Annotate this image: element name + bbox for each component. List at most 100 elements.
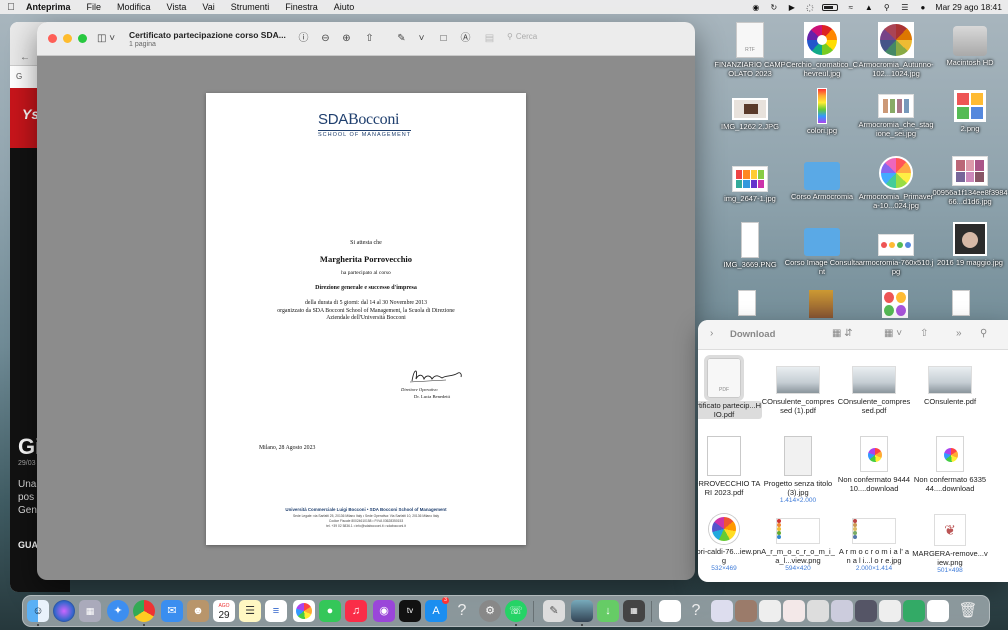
minimized-window-icon[interactable] — [759, 600, 781, 622]
menu-modifica[interactable]: Modifica — [109, 2, 159, 12]
minimized-window-icon[interactable] — [735, 600, 757, 622]
file-item[interactable]: colori-caldi-76...iew.png 532×469 — [698, 514, 762, 573]
trash-icon[interactable]: 🗑 — [957, 600, 979, 622]
safari-icon[interactable]: ✦ — [107, 600, 129, 622]
file-item[interactable]: PORROVECCHIO TARI 2023.pdf — [698, 436, 762, 497]
whatsapp-icon[interactable]: ☏ — [505, 600, 527, 622]
minimized-window-icon[interactable] — [903, 600, 925, 622]
file-item[interactable]: COnsulente_compressed (1).pdf — [760, 358, 836, 415]
contacts-icon[interactable]: ☻ — [187, 600, 209, 622]
desktop-icon[interactable]: Armocromia_che_stagione_sei.jpg — [858, 94, 934, 138]
music-icon[interactable]: ♫ — [345, 600, 367, 622]
minimized-window-icon[interactable] — [783, 600, 805, 622]
desktop-icon[interactable]: RTF FINANZIARIO CAMPOLATO 2023 — [712, 22, 788, 78]
downloads-stack-icon[interactable]: ↓ — [597, 600, 619, 622]
desktop-icon[interactable]: IMG_3669.PNG — [712, 222, 788, 269]
control-center-icon[interactable]: ☰ — [899, 3, 910, 12]
more-icon[interactable]: » — [956, 328, 962, 339]
rotate-icon[interactable]: □ — [437, 32, 450, 45]
minimize-button[interactable] — [63, 34, 72, 43]
play-icon[interactable]: ▶ — [786, 3, 797, 12]
desktop-icon[interactable]: Armocromia_Primavera-10...024.jpg — [858, 156, 934, 210]
desktop-icon[interactable]: armocromia-760x510.jpg — [858, 228, 934, 276]
sidebar-toggle-icon[interactable]: ◫ ˅ — [97, 33, 115, 44]
menu-aiuto[interactable]: Aiuto — [326, 2, 363, 12]
messages-icon[interactable]: ● — [319, 600, 341, 622]
siri-icon[interactable]: ● — [917, 3, 928, 12]
settings-gear-icon[interactable]: ⚙ — [479, 600, 501, 622]
zoom-out-icon[interactable]: ⊖ — [319, 32, 332, 45]
chevron-right-icon[interactable]: › — [710, 328, 713, 339]
desktop-icon-partial[interactable] — [880, 290, 910, 318]
apple-menu-icon[interactable]:  — [0, 2, 22, 13]
file-item[interactable]: A_r_m_o_c_r_o_m_i_a_l...view.png 594×420 — [760, 514, 836, 573]
desktop-icon[interactable]: Corso Image Consultant — [784, 224, 860, 276]
zoom-in-icon[interactable]: ⊕ — [340, 32, 353, 45]
pdf-page[interactable]: SDABocconi SCHOOL OF MANAGEMENT Si attes… — [206, 93, 526, 545]
menu-app-name[interactable]: Anteprima — [22, 2, 79, 12]
minimized-window-icon[interactable] — [711, 600, 733, 622]
menubar-clock[interactable]: Mar 29 ago 18:41 — [935, 2, 1002, 12]
desktop-icon[interactable]: colori.jpg — [784, 88, 860, 135]
sync-icon[interactable]: ↻ — [768, 3, 779, 12]
battery-icon[interactable] — [822, 3, 839, 11]
notes-icon[interactable]: ☰ — [239, 600, 261, 622]
file-item[interactable]: ❦ MARGERA-remove...view.png 501×498 — [912, 514, 988, 575]
preview-app-icon[interactable] — [571, 600, 593, 622]
search-icon[interactable]: ⚲ — [980, 328, 987, 339]
calculator-icon[interactable]: ▦ — [623, 600, 645, 622]
preview-window[interactable]: ◫ ˅ Certificato partecipazione corso SDA… — [37, 22, 695, 580]
minimized-window-icon[interactable] — [831, 600, 853, 622]
share-icon[interactable]: ⇧ — [920, 328, 928, 339]
desktop-icon[interactable]: 2.png — [932, 90, 1008, 133]
close-button[interactable] — [48, 34, 57, 43]
desktop-icon[interactable]: Cerchio_cromatico_Chevreul.jpg — [784, 22, 860, 78]
file-item[interactable]: PDF Certificato partecip...HIO.pdf — [698, 355, 762, 419]
desktop-icon-partial[interactable] — [946, 290, 976, 316]
document-icon[interactable]: ✎ — [543, 600, 565, 622]
podcasts-icon[interactable]: ◉ — [373, 600, 395, 622]
desktop-icon-partial[interactable] — [806, 290, 836, 318]
file-item[interactable]: Progetto senza titolo (3).jpg 1.414×2.00… — [760, 436, 836, 505]
menu-file[interactable]: File — [79, 2, 110, 12]
menu-vista[interactable]: Vista — [159, 2, 195, 12]
desktop-icon-partial[interactable] — [732, 290, 762, 316]
finder-window[interactable]: › Download ▦ ⇵ ▦ ˅ ⇧ » ⚲ PDF Certificato… — [698, 320, 1008, 582]
minimized-window-icon[interactable] — [879, 600, 901, 622]
search-field[interactable]: ⚲ Cerca — [507, 32, 537, 41]
upload-icon[interactable]: ▲ — [863, 3, 874, 12]
menu-finestra[interactable]: Finestra — [277, 2, 326, 12]
desktop-icon[interactable]: Armocromia_Autunno-102...1024.jpg — [858, 22, 934, 78]
info-icon[interactable]: ⓘ — [297, 32, 310, 45]
desktop-icon[interactable]: 2016 19 maggio.jpg — [932, 222, 1008, 267]
wifi-icon[interactable]: ≈ — [845, 3, 856, 12]
minimized-window-icon[interactable] — [807, 600, 829, 622]
tv-icon[interactable]: tv — [399, 600, 421, 622]
desktop-icon[interactable]: Macintosh HD — [932, 22, 1008, 67]
creative-cloud-icon[interactable]: ◉ — [750, 3, 761, 12]
siri-icon[interactable] — [53, 600, 75, 622]
file-item[interactable]: COnsulente_compressed.pdf — [836, 358, 912, 415]
reminders-icon[interactable]: ≡ — [265, 600, 287, 622]
file-item[interactable]: COnsulente.pdf — [912, 358, 988, 406]
share-icon[interactable]: ⇧ — [363, 32, 376, 45]
finder-icon[interactable]: ☺ — [27, 600, 49, 622]
desktop-icon[interactable]: img_2647-1.jpg — [712, 160, 788, 203]
file-item[interactable]: Non confermato 944410....download — [836, 436, 912, 493]
desktop-icon[interactable]: 00956a1f134ee8f398466...d1d6.jpg — [932, 156, 1008, 206]
chevron-down-icon[interactable]: ˅ — [415, 32, 428, 45]
markup-pen-icon[interactable]: ✎ — [395, 32, 408, 45]
bluetooth-icon[interactable]: ҉ — [804, 3, 815, 12]
desktop-icon[interactable]: Corso Armocromia — [784, 158, 860, 201]
mail-icon[interactable]: ✉ — [161, 600, 183, 622]
zoom-button[interactable] — [78, 34, 87, 43]
file-item[interactable]: Non confermato 633544....download — [912, 436, 988, 493]
launchpad-icon[interactable]: ▦ — [79, 600, 101, 622]
annotate-icon[interactable]: Ⓐ — [459, 32, 472, 45]
minimized-help-icon[interactable]: ? — [685, 600, 707, 622]
minimized-window-icon[interactable] — [927, 600, 949, 622]
group-icon[interactable]: ▦ ˅ — [884, 328, 902, 339]
file-item[interactable]: A r m o c r o m i a l' a n a l i...l o r… — [836, 514, 912, 573]
back-arrow-icon[interactable]: ← — [20, 52, 30, 63]
view-grid-icon[interactable]: ▦ ⇵ — [832, 328, 853, 339]
